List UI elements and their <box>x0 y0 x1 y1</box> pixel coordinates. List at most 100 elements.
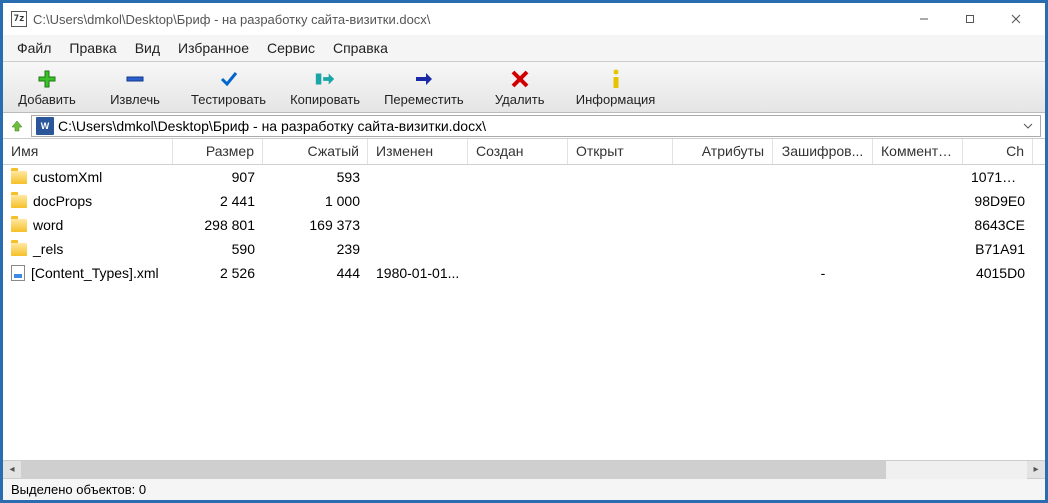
up-button[interactable] <box>7 116 27 136</box>
status-text: Выделено объектов: 0 <box>11 482 146 497</box>
file-modified <box>368 175 468 179</box>
status-bar: Выделено объектов: 0 <box>3 478 1045 500</box>
table-row[interactable]: word 298 801 169 373 8643CE <box>3 213 1045 237</box>
delete-button[interactable]: Удалить <box>484 66 556 109</box>
col-attributes[interactable]: Атрибуты <box>673 139 773 164</box>
file-modified: 1980-01-01... <box>368 263 468 283</box>
col-encrypted[interactable]: Зашифров... <box>773 139 873 164</box>
file-packed: 239 <box>263 239 368 259</box>
test-button[interactable]: Тестировать <box>187 66 270 109</box>
file-packed: 1 000 <box>263 191 368 211</box>
file-list[interactable]: customXml 907 593 1071A57 docProps 2 441… <box>3 165 1045 460</box>
file-checksum: 8643CE <box>963 215 1033 235</box>
menu-file[interactable]: Файл <box>9 37 59 59</box>
check-icon <box>218 68 240 90</box>
info-icon <box>605 68 627 90</box>
menu-view[interactable]: Вид <box>127 37 168 59</box>
close-button[interactable] <box>993 5 1039 33</box>
file-size: 2 526 <box>173 263 263 283</box>
add-button[interactable]: Добавить <box>11 66 83 109</box>
delete-label: Удалить <box>495 92 545 107</box>
file-packed: 444 <box>263 263 368 283</box>
col-size[interactable]: Размер <box>173 139 263 164</box>
path-input[interactable]: W C:\Users\dmkol\Desktop\Бриф - на разра… <box>31 115 1041 137</box>
file-size: 907 <box>173 167 263 187</box>
folder-icon <box>11 171 27 184</box>
file-encrypted <box>773 199 873 203</box>
add-label: Добавить <box>18 92 75 107</box>
menu-edit[interactable]: Правка <box>61 37 124 59</box>
plus-icon <box>36 68 58 90</box>
file-encrypted <box>773 175 873 179</box>
minus-icon <box>124 68 146 90</box>
scroll-right-button[interactable]: ▸ <box>1027 461 1045 479</box>
file-name: customXml <box>33 169 102 185</box>
col-packed[interactable]: Сжатый <box>263 139 368 164</box>
folder-icon <box>11 219 27 232</box>
info-button[interactable]: Информация <box>572 66 660 109</box>
minimize-button[interactable] <box>901 5 947 33</box>
file-modified <box>368 223 468 227</box>
move-arrow-icon <box>413 68 435 90</box>
x-icon <box>509 68 531 90</box>
file-name: docProps <box>33 193 92 209</box>
table-row[interactable]: customXml 907 593 1071A57 <box>3 165 1045 189</box>
docx-icon: W <box>36 117 54 135</box>
menu-bar: Файл Правка Вид Избранное Сервис Справка <box>3 35 1045 61</box>
scroll-left-button[interactable]: ◂ <box>3 461 21 479</box>
copy-arrow-icon <box>314 68 336 90</box>
file-packed: 169 373 <box>263 215 368 235</box>
move-label: Переместить <box>384 92 464 107</box>
file-encrypted <box>773 247 873 251</box>
move-button[interactable]: Переместить <box>380 66 468 109</box>
window-title: C:\Users\dmkol\Desktop\Бриф - на разрабо… <box>33 12 901 27</box>
file-encrypted: - <box>773 263 873 283</box>
file-checksum: B71A91 <box>963 239 1033 259</box>
xml-file-icon <box>11 265 25 281</box>
copy-button[interactable]: Копировать <box>286 66 364 109</box>
file-modified <box>368 247 468 251</box>
file-checksum: 98D9E0 <box>963 191 1033 211</box>
col-name[interactable]: Имя <box>3 139 173 164</box>
info-label: Информация <box>576 92 656 107</box>
column-header-row: Имя Размер Сжатый Изменен Создан Открыт … <box>3 139 1045 165</box>
file-name: [Content_Types].xml <box>31 265 159 281</box>
menu-tools[interactable]: Сервис <box>259 37 323 59</box>
maximize-button[interactable] <box>947 5 993 33</box>
col-created[interactable]: Создан <box>468 139 568 164</box>
file-size: 298 801 <box>173 215 263 235</box>
file-packed: 593 <box>263 167 368 187</box>
menu-help[interactable]: Справка <box>325 37 396 59</box>
menu-favorites[interactable]: Избранное <box>170 37 257 59</box>
table-row[interactable]: _rels 590 239 B71A91 <box>3 237 1045 261</box>
title-bar: 7z C:\Users\dmkol\Desktop\Бриф - на разр… <box>3 3 1045 35</box>
copy-label: Копировать <box>290 92 360 107</box>
path-dropdown-button[interactable] <box>1020 116 1036 136</box>
scroll-thumb[interactable] <box>21 461 886 479</box>
col-checksum[interactable]: Ch <box>963 139 1033 164</box>
file-encrypted <box>773 223 873 227</box>
test-label: Тестировать <box>191 92 266 107</box>
file-size: 590 <box>173 239 263 259</box>
folder-icon <box>11 243 27 256</box>
col-modified[interactable]: Изменен <box>368 139 468 164</box>
table-row[interactable]: [Content_Types].xml 2 526 444 1980-01-01… <box>3 261 1045 285</box>
toolbar: Добавить Извлечь Тестировать Копировать … <box>3 61 1045 113</box>
file-name: _rels <box>33 241 63 257</box>
file-modified <box>368 199 468 203</box>
path-text: C:\Users\dmkol\Desktop\Бриф - на разрабо… <box>58 118 1016 134</box>
address-bar: W C:\Users\dmkol\Desktop\Бриф - на разра… <box>3 113 1045 139</box>
file-name: word <box>33 217 63 233</box>
file-size: 2 441 <box>173 191 263 211</box>
col-comment[interactable]: Коммента... <box>873 139 963 164</box>
table-row[interactable]: docProps 2 441 1 000 98D9E0 <box>3 189 1045 213</box>
folder-icon <box>11 195 27 208</box>
file-checksum: 1071A57 <box>963 167 1033 187</box>
extract-label: Извлечь <box>110 92 160 107</box>
horizontal-scrollbar[interactable]: ◂ ▸ <box>3 460 1045 478</box>
file-checksum: 4015D0 <box>963 263 1033 283</box>
app-icon: 7z <box>11 11 27 27</box>
scroll-track[interactable] <box>21 461 1027 479</box>
col-opened[interactable]: Открыт <box>568 139 673 164</box>
extract-button[interactable]: Извлечь <box>99 66 171 109</box>
